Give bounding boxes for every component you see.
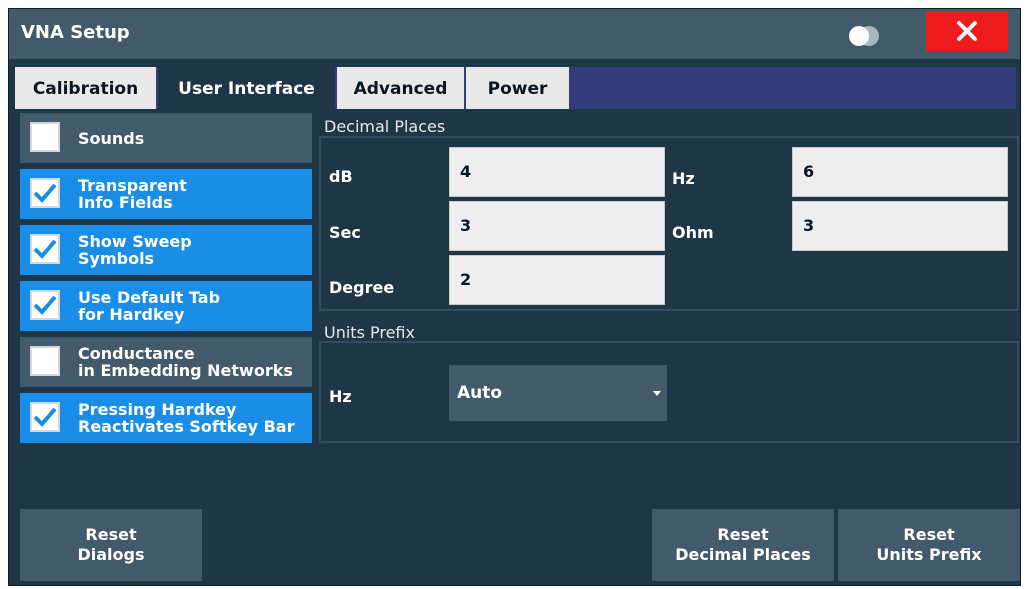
check-icon [33,295,57,315]
sec-label: Sec [329,223,361,242]
degree-decimal-field[interactable]: 2 [449,255,665,305]
hz-label: Hz [672,169,695,188]
option-show-sweep-symbols[interactable]: Show Sweep Symbols [20,225,312,275]
units-prefix-group [319,341,1019,443]
reset-dialogs-button[interactable]: Reset Dialogs [20,509,202,581]
chevron-down-icon [653,391,661,396]
hz-decimal-field[interactable]: 6 [792,147,1008,197]
reset-decimal-places-button[interactable]: Reset Decimal Places [652,509,834,581]
tab-user-interface[interactable]: User Interface [158,67,335,109]
dialog-title: VNA Setup [21,22,130,43]
check-icon [33,239,57,259]
ohm-decimal-field[interactable]: 3 [792,201,1008,251]
sec-decimal-field[interactable]: 3 [449,201,665,251]
reset-units-prefix-button[interactable]: Reset Units Prefix [838,509,1020,581]
option-transparent-info-fields[interactable]: Transparent Info Fields [20,169,312,219]
option-conductance-embedding[interactable]: Conductance in Embedding Networks [20,337,312,387]
close-icon [957,21,977,41]
option-label: Show Sweep Symbols [78,232,192,268]
checkbox[interactable] [30,402,60,432]
vna-setup-dialog: VNA Setup Calibration User Interface Adv… [8,8,1021,586]
option-default-tab-hardkey[interactable]: Use Default Tab for Hardkey [20,281,312,331]
checkbox[interactable] [30,122,60,152]
units-prefix-value: Auto [457,383,503,403]
option-label: Sounds [78,128,145,148]
checkbox[interactable] [30,290,60,320]
db-decimal-field[interactable]: 4 [449,147,665,197]
units-prefix-title: Units Prefix [324,323,415,342]
display-toggle-icon[interactable] [849,26,879,46]
degree-label: Degree [329,278,395,297]
option-label: Use Default Tab for Hardkey [78,288,221,324]
check-icon [33,407,57,427]
checkbox[interactable] [30,234,60,264]
option-label: Pressing Hardkey Reactivates Softkey Bar [78,400,295,436]
tab-calibration[interactable]: Calibration [15,67,156,109]
checkbox[interactable] [30,178,60,208]
option-hardkey-reactivates-softkey[interactable]: Pressing Hardkey Reactivates Softkey Bar [20,393,312,443]
close-button[interactable] [926,11,1008,51]
option-sounds[interactable]: Sounds [20,113,312,163]
title-bar[interactable]: VNA Setup [9,9,1020,59]
ohm-label: Ohm [672,223,714,242]
db-label: dB [329,167,353,186]
option-label: Conductance in Embedding Networks [78,344,293,380]
decimal-places-title: Decimal Places [324,117,446,136]
tab-advanced[interactable]: Advanced [337,67,464,109]
units-prefix-select[interactable]: Auto [449,365,667,421]
units-hz-label: Hz [329,387,352,406]
option-label: Transparent Info Fields [78,176,187,212]
check-icon [33,183,57,203]
tab-power[interactable]: Power [466,67,569,109]
checkbox[interactable] [30,346,60,376]
